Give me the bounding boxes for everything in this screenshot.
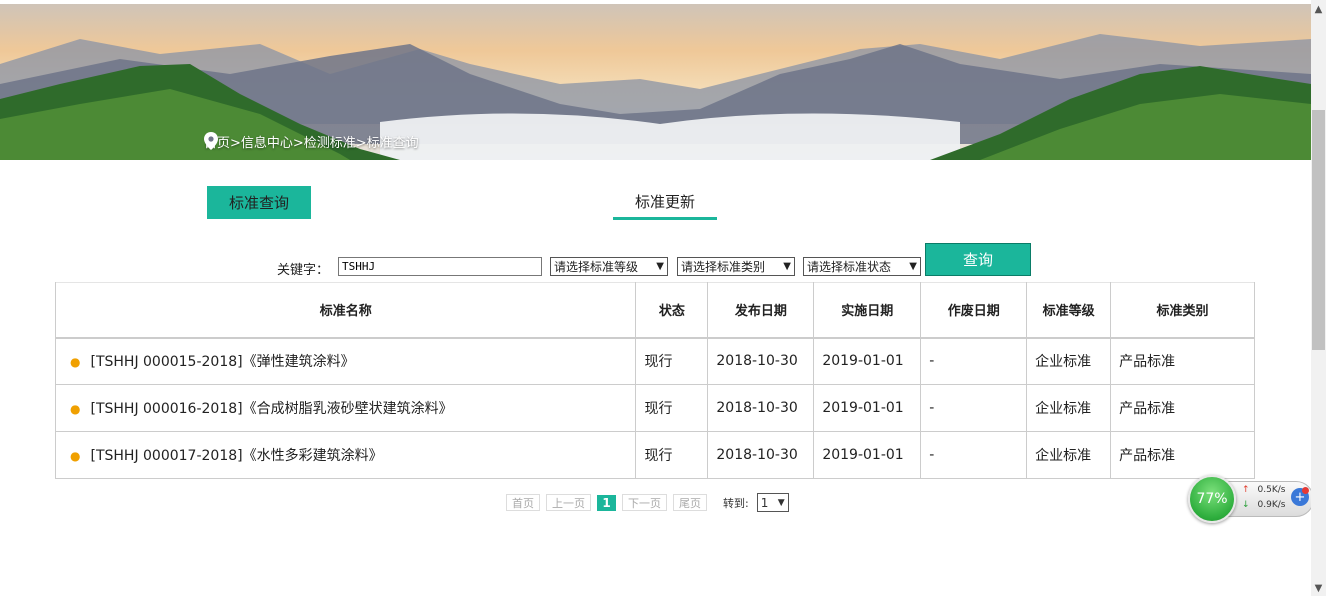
jump-to-page-select[interactable]: 1 ▼: [756, 493, 789, 512]
standard-level-select-value: 请选择标准等级: [554, 260, 639, 274]
abolish-date-cell: -: [920, 337, 1028, 385]
standard-level-select[interactable]: 请选择标准等级 ▼: [550, 257, 668, 276]
level-cell: 企业标准: [1026, 384, 1112, 432]
status-cell: 现行: [635, 431, 709, 479]
standard-status-select-value: 请选择标准状态: [807, 260, 892, 274]
breadcrumb: 首页>信息中心>检测标准>标准查询: [204, 132, 419, 151]
standard-category-select[interactable]: 请选择标准类别 ▼: [677, 257, 795, 276]
standard-name-link[interactable]: [TSHHJ 000016-2018]《合成树脂乳液砂壁状建筑涂料》: [90, 401, 452, 417]
standard-category-select-value: 请选择标准类别: [681, 260, 766, 274]
standard-name-cell: ● [TSHHJ 000017-2018]《水性多彩建筑涂料》: [54, 431, 637, 479]
column-header-name: 标准名称: [54, 282, 637, 338]
download-speed: ↓ 0.9K/s: [1242, 500, 1285, 510]
upload-speed: ↑ 0.5K/s: [1242, 485, 1285, 495]
notification-dot-icon: [1302, 487, 1309, 494]
status-cell: 现行: [635, 337, 709, 385]
search-bar: 关键字： 请选择标准等级 ▼ 请选择标准类别 ▼ 请选择标准状态 ▼ 查询: [0, 243, 1311, 278]
category-cell: 产品标准: [1110, 431, 1255, 479]
category-cell: 产品标准: [1110, 384, 1255, 432]
mountain-landscape-image: [0, 4, 1311, 160]
column-header-publish-date: 发布日期: [707, 282, 815, 338]
standard-name-link[interactable]: [TSHHJ 000015-2018]《弹性建筑涂料》: [90, 354, 354, 370]
scroll-up-icon[interactable]: ▲: [1311, 2, 1326, 17]
standard-status-select[interactable]: 请选择标准状态 ▼: [803, 257, 921, 276]
standard-name-cell: ● [TSHHJ 000016-2018]《合成树脂乳液砂壁状建筑涂料》: [54, 384, 637, 432]
scroll-thumb[interactable]: [1312, 110, 1325, 350]
bullet-icon: ●: [70, 449, 81, 463]
pagination: 首页 上一页 1 下一页 尾页 转到: 1 ▼: [506, 493, 789, 512]
abolish-date-cell: -: [920, 384, 1028, 432]
standard-name-cell: ● [TSHHJ 000015-2018]《弹性建筑涂料》: [54, 337, 637, 385]
breadcrumb-text[interactable]: 首页>信息中心>检测标准>标准查询: [204, 132, 419, 151]
first-page-button[interactable]: 首页: [506, 494, 540, 511]
current-page-button[interactable]: 1: [597, 494, 616, 511]
keyword-label: 关键字：: [277, 263, 330, 278]
column-header-status: 状态: [635, 282, 709, 338]
chevron-down-icon: ▼: [909, 261, 917, 272]
status-cell: 现行: [635, 384, 709, 432]
vertical-scrollbar[interactable]: ▲ ▼: [1311, 0, 1326, 596]
publish-date-cell: 2018-10-30: [707, 337, 815, 385]
abolish-date-cell: -: [920, 431, 1028, 479]
network-speed-widget[interactable]: 77% ↑ 0.5K/s ↓ 0.9K/s +: [1188, 475, 1316, 523]
jump-to-page-value: 1: [760, 495, 769, 510]
level-cell: 企业标准: [1026, 431, 1112, 479]
chevron-down-icon: ▼: [656, 261, 664, 272]
category-cell: 产品标准: [1110, 337, 1255, 385]
next-page-button[interactable]: 下一页: [622, 494, 667, 511]
publish-date-cell: 2018-10-30: [707, 431, 815, 479]
bullet-icon: ●: [70, 355, 81, 370]
bullet-icon: ●: [70, 402, 81, 416]
table-header-row: 标准名称 状态 发布日期 实施日期 作废日期 标准等级 标准类别: [54, 282, 1255, 338]
table-row: ● [TSHHJ 000017-2018]《水性多彩建筑涂料》 现行 2018-1…: [54, 431, 1255, 479]
prev-page-button[interactable]: 上一页: [546, 494, 591, 511]
upload-speed-value: 0.5K/s: [1257, 485, 1286, 495]
download-speed-value: 0.9K/s: [1257, 500, 1286, 510]
table-row: ● [TSHHJ 000015-2018]《弹性建筑涂料》 现行 2018-10-…: [54, 337, 1255, 385]
column-header-abolish-date: 作废日期: [920, 282, 1028, 338]
chevron-down-icon: ▼: [777, 497, 785, 508]
chevron-down-icon: ▼: [783, 261, 791, 272]
level-cell: 企业标准: [1026, 337, 1112, 385]
jump-to-label: 转到:: [723, 496, 749, 510]
keyword-input[interactable]: [338, 257, 542, 276]
arrow-down-icon: ↓: [1242, 500, 1250, 510]
column-header-level: 标准等级: [1026, 282, 1112, 338]
arrow-up-icon: ↑: [1242, 485, 1250, 495]
table-row: ● [TSHHJ 000016-2018]《合成树脂乳液砂壁状建筑涂料》 现行 2…: [54, 384, 1255, 432]
column-header-implement-date: 实施日期: [813, 282, 922, 338]
scroll-down-icon[interactable]: ▼: [1311, 581, 1326, 596]
location-pin-icon: [204, 132, 218, 150]
search-button[interactable]: 查询: [925, 243, 1031, 276]
header-banner: 首页>信息中心>检测标准>标准查询: [0, 4, 1311, 160]
implement-date-cell: 2019-01-01: [813, 431, 922, 479]
publish-date-cell: 2018-10-30: [707, 384, 815, 432]
column-header-category: 标准类别: [1110, 282, 1255, 338]
last-page-button[interactable]: 尾页: [673, 494, 707, 511]
standards-table: 标准名称 状态 发布日期 实施日期 作废日期 标准等级 标准类别 ● [TSHHJ…: [54, 282, 1255, 479]
implement-date-cell: 2019-01-01: [813, 337, 922, 385]
tab-standard-update[interactable]: 标准更新: [613, 186, 717, 220]
standard-name-link[interactable]: [TSHHJ 000017-2018]《水性多彩建筑涂料》: [90, 448, 382, 464]
implement-date-cell: 2019-01-01: [813, 384, 922, 432]
memory-usage-ball[interactable]: 77%: [1188, 475, 1236, 523]
tab-standard-query[interactable]: 标准查询: [207, 186, 311, 219]
